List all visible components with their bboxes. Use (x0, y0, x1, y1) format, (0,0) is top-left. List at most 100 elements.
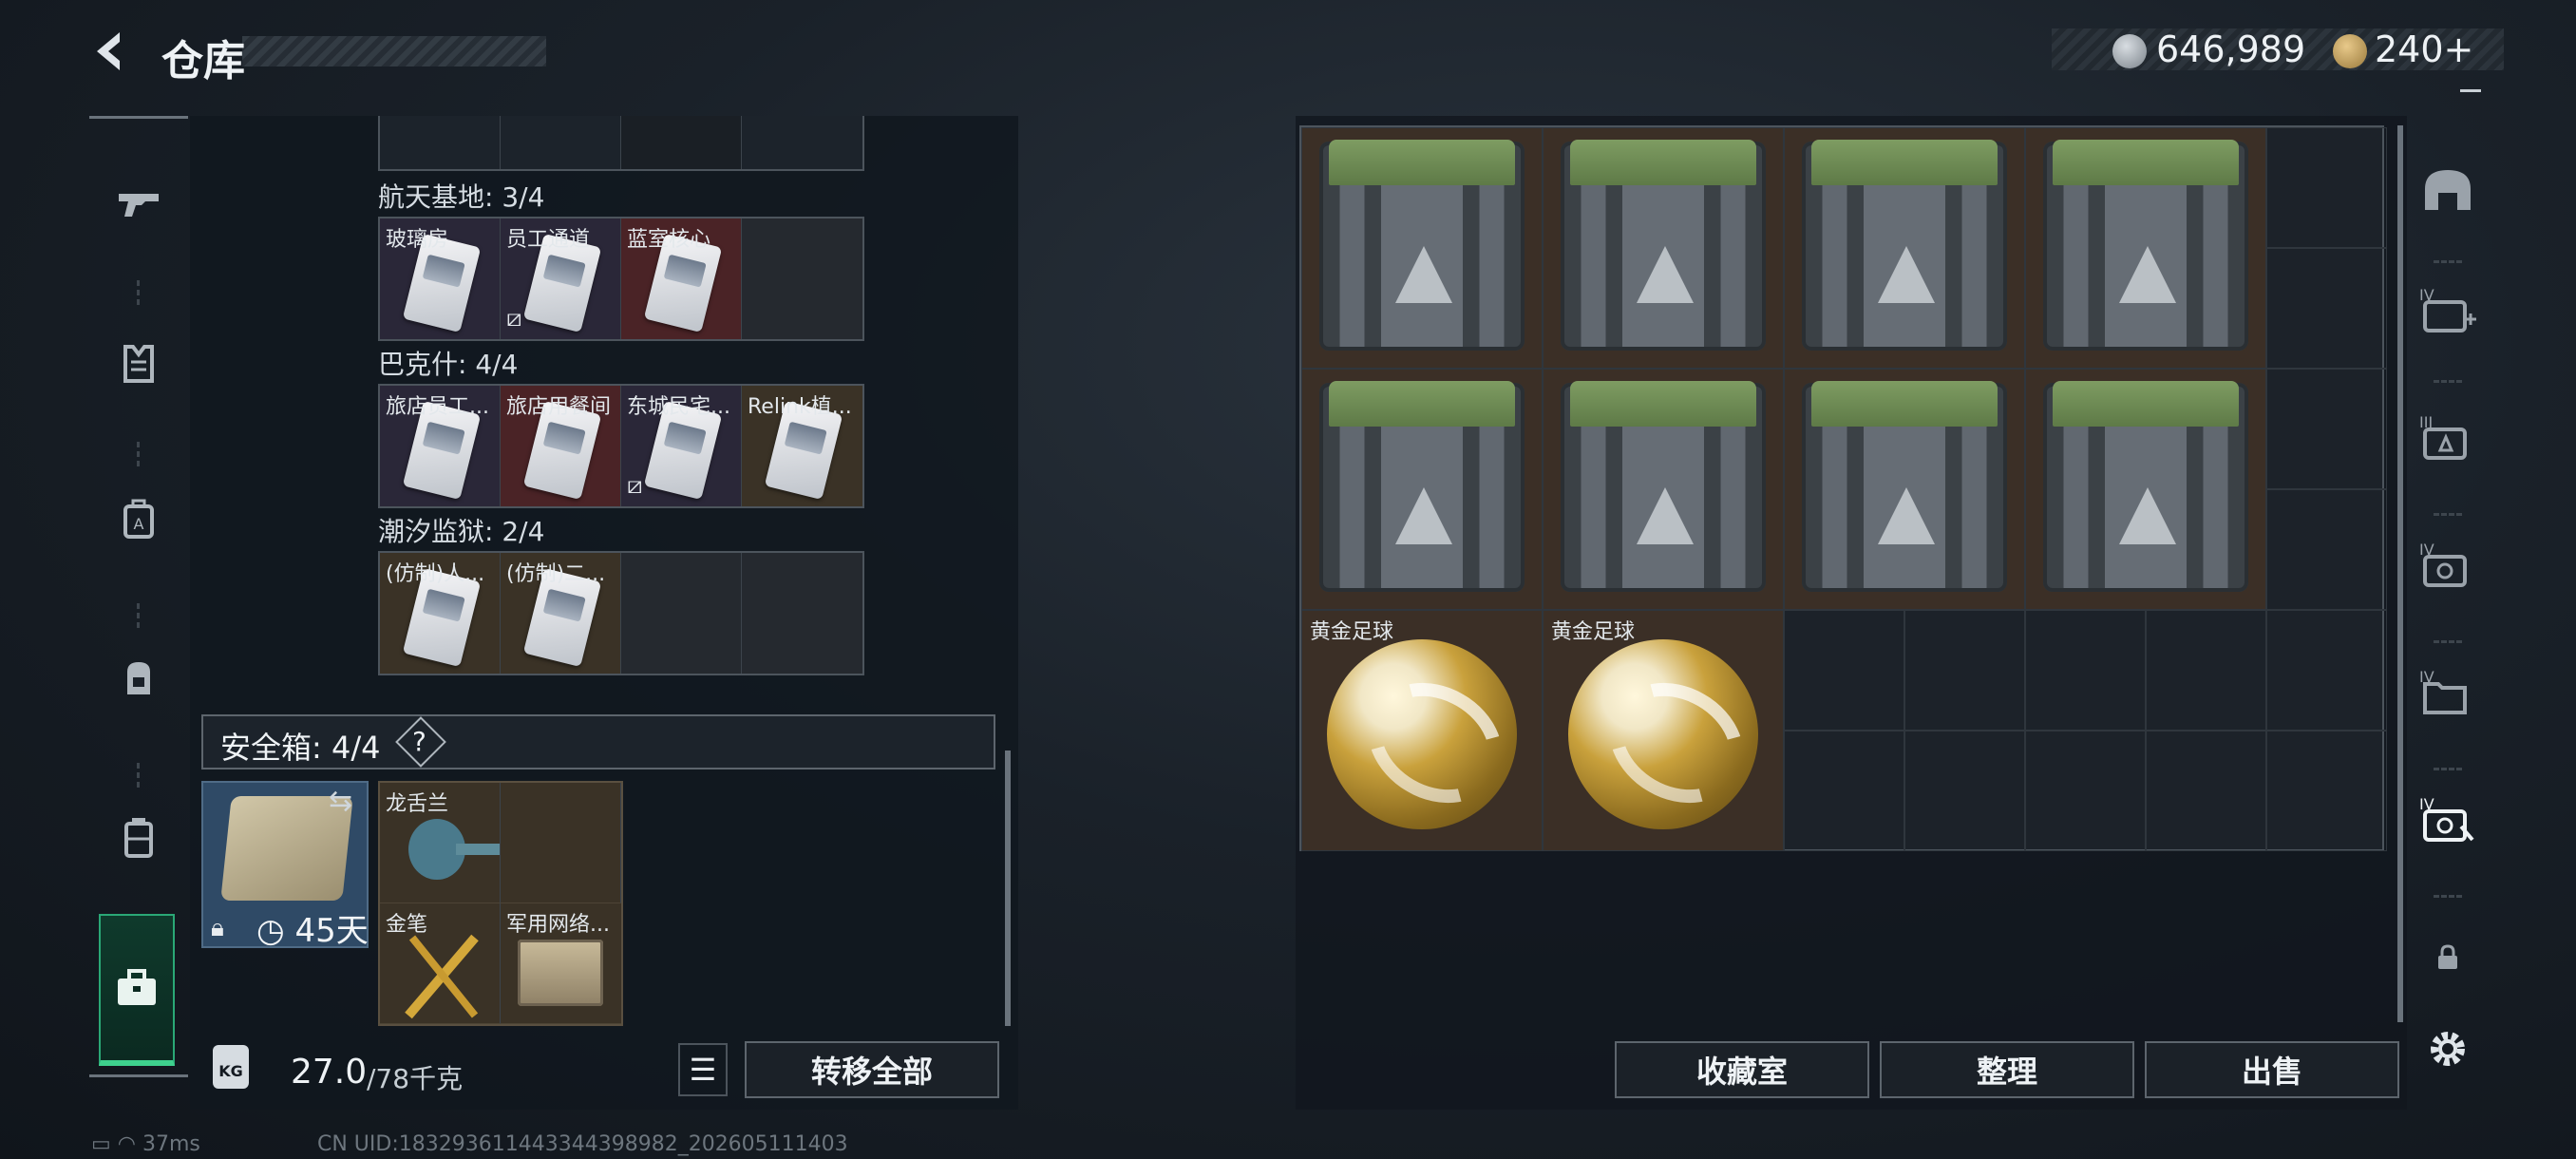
organize-button[interactable]: 整理 (1880, 1041, 2134, 1098)
empty-slot[interactable] (1904, 731, 2025, 851)
container-add-icon[interactable]: IV (2409, 272, 2487, 348)
empty-slot[interactable] (621, 553, 742, 674)
supply-crate-slot[interactable] (1543, 127, 1784, 369)
supply-crate-icon (1561, 140, 1766, 351)
item-slot[interactable] (380, 116, 501, 169)
keycard-slot[interactable]: 蓝室核心 (621, 218, 742, 339)
golden-ball-slot[interactable]: 黄金足球 (1543, 610, 1784, 851)
armor-icon[interactable] (89, 326, 188, 402)
safebox-slot[interactable]: 龙舌兰 (380, 783, 501, 903)
keycard-slot[interactable]: (仿制)二... (501, 553, 621, 674)
network-status: ▭ ◠ 37ms (91, 1132, 200, 1156)
empty-slot[interactable] (2266, 127, 2387, 248)
keycard-slot[interactable]: 旅店员工... (380, 386, 501, 506)
empty-slot[interactable] (1904, 610, 2025, 731)
section-label: 巴克什: 4/4 (378, 349, 519, 380)
supply-crate-slot[interactable] (1301, 369, 1543, 610)
keycard-slot[interactable]: 东城民宅... ⧄ (621, 386, 742, 506)
safebox-slot[interactable]: 金笔 (380, 903, 501, 1024)
container-iv-icon[interactable]: IV (2409, 526, 2487, 602)
supply-crate-slot[interactable] (2025, 127, 2266, 369)
supply-crate-icon (1561, 381, 1766, 592)
item-slot[interactable] (742, 116, 862, 169)
keycard-slot[interactable]: 玻璃房 (380, 218, 501, 339)
empty-slot[interactable] (2266, 369, 2387, 489)
keycard-slot[interactable]: (仿制)人... (380, 553, 501, 674)
sell-button[interactable]: 出售 (2145, 1041, 2399, 1098)
silver-amount: 646,989 (2156, 28, 2306, 70)
agave-bottle-icon (408, 819, 500, 880)
safebox-grid: 龙舌兰 金笔 军用网络... (378, 781, 623, 1026)
user-uid: CN UID:183293611443344398982_20260511140… (317, 1132, 848, 1156)
container-iii-icon[interactable]: III (2409, 399, 2487, 475)
empty-slot[interactable] (2266, 489, 2387, 610)
container-iv-folder-icon[interactable]: IV (2409, 654, 2487, 730)
empty-slot[interactable] (2146, 731, 2266, 851)
collection-room-button[interactable]: 收藏室 (1615, 1041, 1869, 1098)
gold-amount[interactable]: 240+ (2375, 28, 2473, 70)
supply-crate-slot[interactable] (1543, 369, 1784, 610)
empty-slot[interactable] (2025, 610, 2146, 731)
item-name: 员工通道 (506, 228, 591, 252)
wifi-icon: ◠ (117, 1132, 136, 1156)
supply-crate-slot[interactable] (2025, 369, 2266, 610)
empty-slot[interactable] (2025, 731, 2146, 851)
gold-coin-icon[interactable] (2333, 34, 2367, 68)
back-arrow-icon[interactable] (87, 28, 133, 74)
item-name: 玻璃房 (386, 228, 449, 252)
safebox-slot[interactable] (501, 783, 621, 903)
transfer-all-button[interactable]: 转移全部 (745, 1041, 999, 1098)
swap-icon[interactable]: ⇆ (329, 785, 352, 818)
keycard-slot[interactable]: 旅店用餐间 (501, 386, 621, 506)
scrollbar[interactable] (2397, 125, 2403, 1022)
helmet-icon[interactable] (2409, 152, 2487, 228)
weight-current: 27.0 (291, 1053, 368, 1092)
supply-crate-slot[interactable] (1784, 127, 2025, 369)
empty-slot[interactable] (2146, 610, 2266, 731)
list-view-button[interactable]: ☰ (678, 1043, 728, 1096)
gear-icon[interactable] (2409, 1011, 2487, 1087)
toolbox-icon[interactable] (99, 914, 175, 1066)
page-title: 仓库 (161, 37, 245, 86)
empty-slot[interactable] (2266, 610, 2387, 731)
item-name: 黄金足球 (1310, 620, 1394, 644)
safebox-label: 安全箱: 4/4 (220, 730, 381, 766)
scrollbar[interactable] (1005, 750, 1011, 1026)
title-decoration (242, 36, 546, 66)
container-iv-active-icon[interactable]: IV (2409, 781, 2487, 857)
weight-icon: KG (213, 1045, 249, 1089)
supply-crate-icon (2043, 381, 2248, 592)
golden-ball-slot[interactable]: 黄金足球 (1301, 610, 1543, 851)
gun-icon[interactable] (89, 166, 188, 242)
supply-crate-slot[interactable] (1301, 127, 1543, 369)
item-slot[interactable] (501, 116, 621, 169)
weight-max: /78千克 (367, 1063, 464, 1094)
item-name: 旅店员工... (386, 395, 489, 419)
empty-slot[interactable] (742, 553, 862, 674)
lock-icon: 🔒︎ (211, 914, 224, 942)
safebox-slot[interactable]: 军用网络... (501, 903, 621, 1024)
empty-slot[interactable] (2266, 248, 2387, 369)
network-device-icon (518, 940, 603, 1006)
clock-icon: ◷ (256, 912, 285, 950)
keycard-slot[interactable]: 员工通道 ⧄ (501, 218, 621, 339)
empty-slot[interactable] (742, 218, 862, 339)
item-slot[interactable] (621, 116, 742, 169)
backpack-icon[interactable] (89, 639, 188, 715)
empty-slot[interactable] (2266, 731, 2387, 851)
chest-rig-icon[interactable]: A (89, 482, 188, 558)
keycard-slot[interactable]: Relink植... (742, 386, 862, 506)
collection-grid: (仿制)人... (仿制)二... (378, 551, 864, 675)
item-name: Relink植... (748, 395, 852, 419)
item-name: (仿制)人... (386, 562, 485, 586)
help-mark[interactable]: ? (412, 726, 426, 757)
section-label: 航天基地: 3/4 (378, 181, 545, 213)
battery-icon: ▭ (91, 1132, 111, 1156)
supply-crate-slot[interactable] (1784, 369, 2025, 610)
empty-slot[interactable] (1784, 731, 1904, 851)
collection-grid: 旅店员工... 旅店用餐间 东城民宅... ⧄ Relink植... (378, 384, 864, 508)
days-remaining: 45天 (294, 912, 369, 950)
bag-icon[interactable] (89, 799, 188, 875)
empty-slot[interactable] (1784, 610, 1904, 731)
supply-crate-icon (1802, 140, 2007, 351)
